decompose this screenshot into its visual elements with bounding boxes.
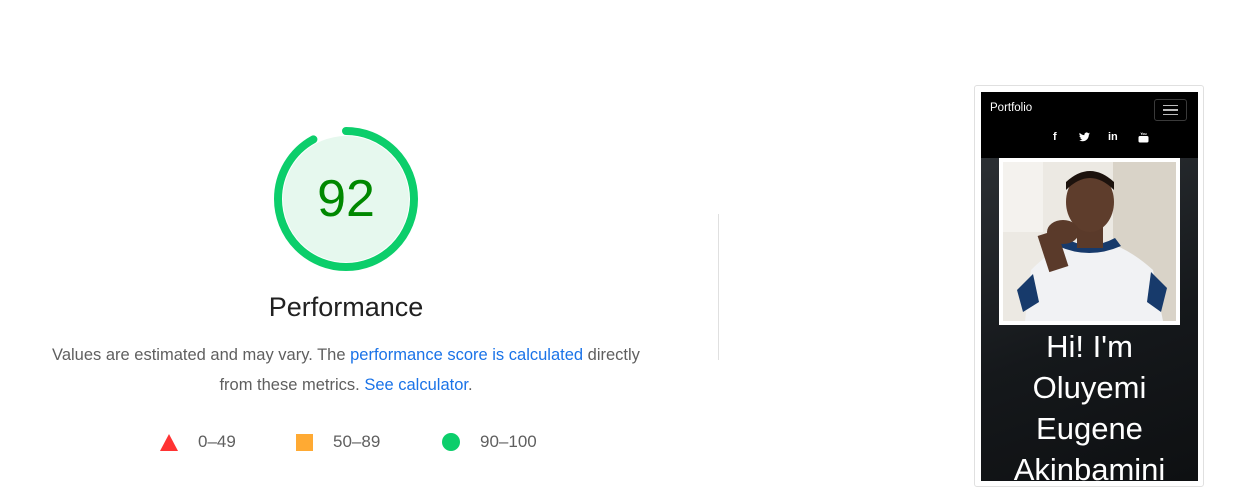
hero-line: Hi! I'm (1046, 329, 1133, 364)
hero-line: Akinbamini (1013, 452, 1166, 481)
square-icon (296, 433, 313, 451)
score-legend: 0–49 50–89 90–100 (0, 430, 692, 454)
hamburger-icon (1154, 99, 1187, 121)
profile-photo (999, 158, 1180, 325)
performance-description: Values are estimated and may vary. The p… (40, 340, 652, 400)
legend-item-pass: 90–100 (442, 430, 537, 454)
see-calculator-link[interactable]: See calculator (364, 376, 468, 394)
description-text: . (467, 376, 473, 394)
final-screenshot: Portfolio f in You Hi! I'm Oluyemi Eugen… (981, 92, 1198, 481)
facebook-icon: f (1053, 131, 1057, 143)
twitter-icon (1079, 128, 1090, 146)
site-brand: Portfolio (990, 102, 1033, 114)
legend-label-fail: 0–49 (198, 432, 236, 451)
performance-score: 92 (317, 170, 375, 228)
performance-title: Performance (268, 292, 424, 322)
triangle-icon (160, 433, 178, 451)
svg-text:You: You (1140, 132, 1146, 136)
performance-score-calculated-link[interactable]: performance score is calculated (350, 346, 583, 364)
legend-item-average: 50–89 (296, 430, 380, 454)
legend-label-pass: 90–100 (480, 432, 537, 451)
description-text: Values are estimated and may vary. The (52, 346, 351, 364)
performance-gauge: 92 (273, 126, 419, 272)
hero-line: Eugene (1036, 411, 1143, 446)
divider (718, 214, 719, 360)
circle-icon (442, 433, 460, 451)
legend-item-fail: 0–49 (160, 430, 236, 454)
hero-heading: Hi! I'm Oluyemi Eugene Akinbamini (981, 326, 1198, 481)
profile-photo-image (1003, 162, 1176, 321)
social-links: f in You (981, 128, 1198, 146)
hero-line: Oluyemi (1032, 370, 1147, 405)
linkedin-icon: in (1108, 131, 1118, 143)
youtube-icon: You (1138, 128, 1149, 146)
legend-label-average: 50–89 (333, 432, 381, 451)
site-navbar: Portfolio f in You (981, 92, 1198, 158)
